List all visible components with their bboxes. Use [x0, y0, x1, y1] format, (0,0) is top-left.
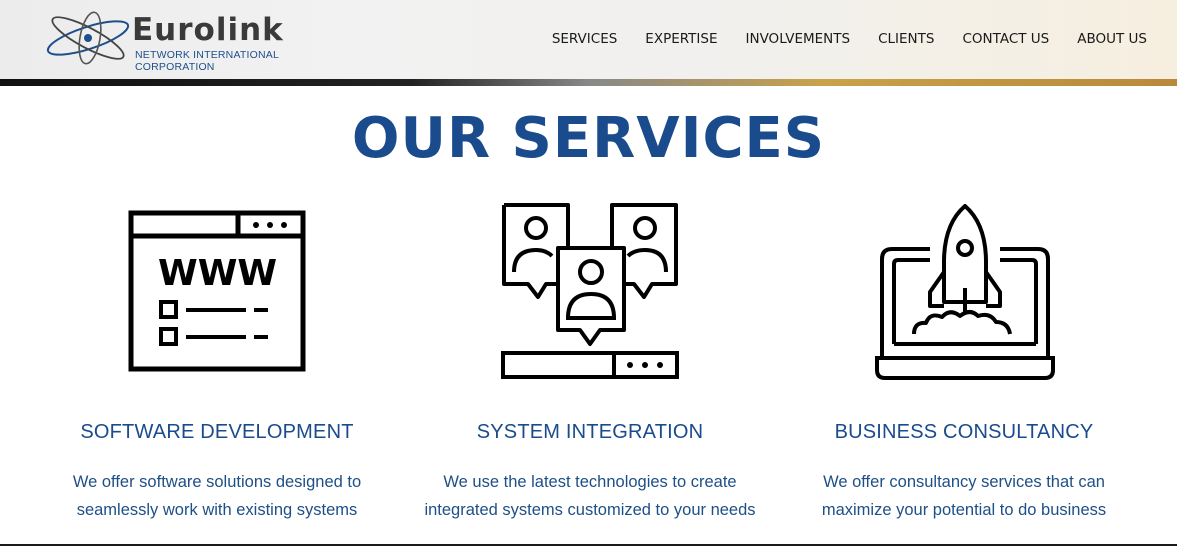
rocket-laptop-icon — [875, 204, 1055, 380]
www-text: WWW — [158, 253, 277, 294]
main-nav: SERVICES EXPERTISE INVOLVEMENTS CLIENTS … — [552, 31, 1147, 47]
service-desc-line: We offer consultancy services that can — [823, 473, 1105, 491]
brand-logo[interactable]: Eurolink NETWORK INTERNATIONAL CORPORATI… — [44, 8, 354, 73]
service-title-system-integration: SYSTEM INTEGRATION — [476, 421, 704, 443]
service-desc-line: integrated systems customized to your ne… — [424, 501, 756, 519]
service-title-software-development: SOFTWARE DEVELOPMENT — [80, 421, 354, 443]
service-desc-software-development: We offer software solutions designed to … — [27, 468, 407, 524]
page-title: OUR SERVICES — [351, 106, 826, 171]
nav-services[interactable]: SERVICES — [552, 31, 617, 47]
brand-name: Eurolink — [132, 12, 284, 48]
nav-expertise[interactable]: EXPERTISE — [645, 31, 717, 47]
nav-involvements[interactable]: INVOLVEMENTS — [745, 31, 850, 47]
service-desc-line: We offer software solutions designed to — [72, 473, 362, 491]
site-header: Eurolink NETWORK INTERNATIONAL CORPORATI… — [0, 0, 1177, 80]
nav-contact-us[interactable]: CONTACT US — [962, 31, 1049, 47]
user-network-icon — [501, 203, 679, 379]
nav-clients[interactable]: CLIENTS — [878, 31, 934, 47]
atom-logo-icon — [46, 11, 130, 65]
web-browser-icon: WWW — [128, 210, 306, 372]
nav-about-us[interactable]: ABOUT US — [1077, 31, 1147, 47]
service-desc-line: seamlessly work with existing systems — [76, 501, 358, 519]
brand-tagline: NETWORK INTERNATIONAL CORPORATION — [135, 49, 279, 73]
service-desc-system-integration: We use the latest technologies to create… — [400, 468, 780, 524]
service-desc-line: We use the latest technologies to create — [443, 473, 737, 491]
service-title-business-consultancy: BUSINESS CONSULTANCY — [834, 421, 1094, 443]
service-desc-line: maximize your potential to do business — [821, 501, 1107, 519]
header-divider — [0, 79, 1177, 86]
service-desc-business-consultancy: We offer consultancy services that can m… — [774, 468, 1154, 524]
